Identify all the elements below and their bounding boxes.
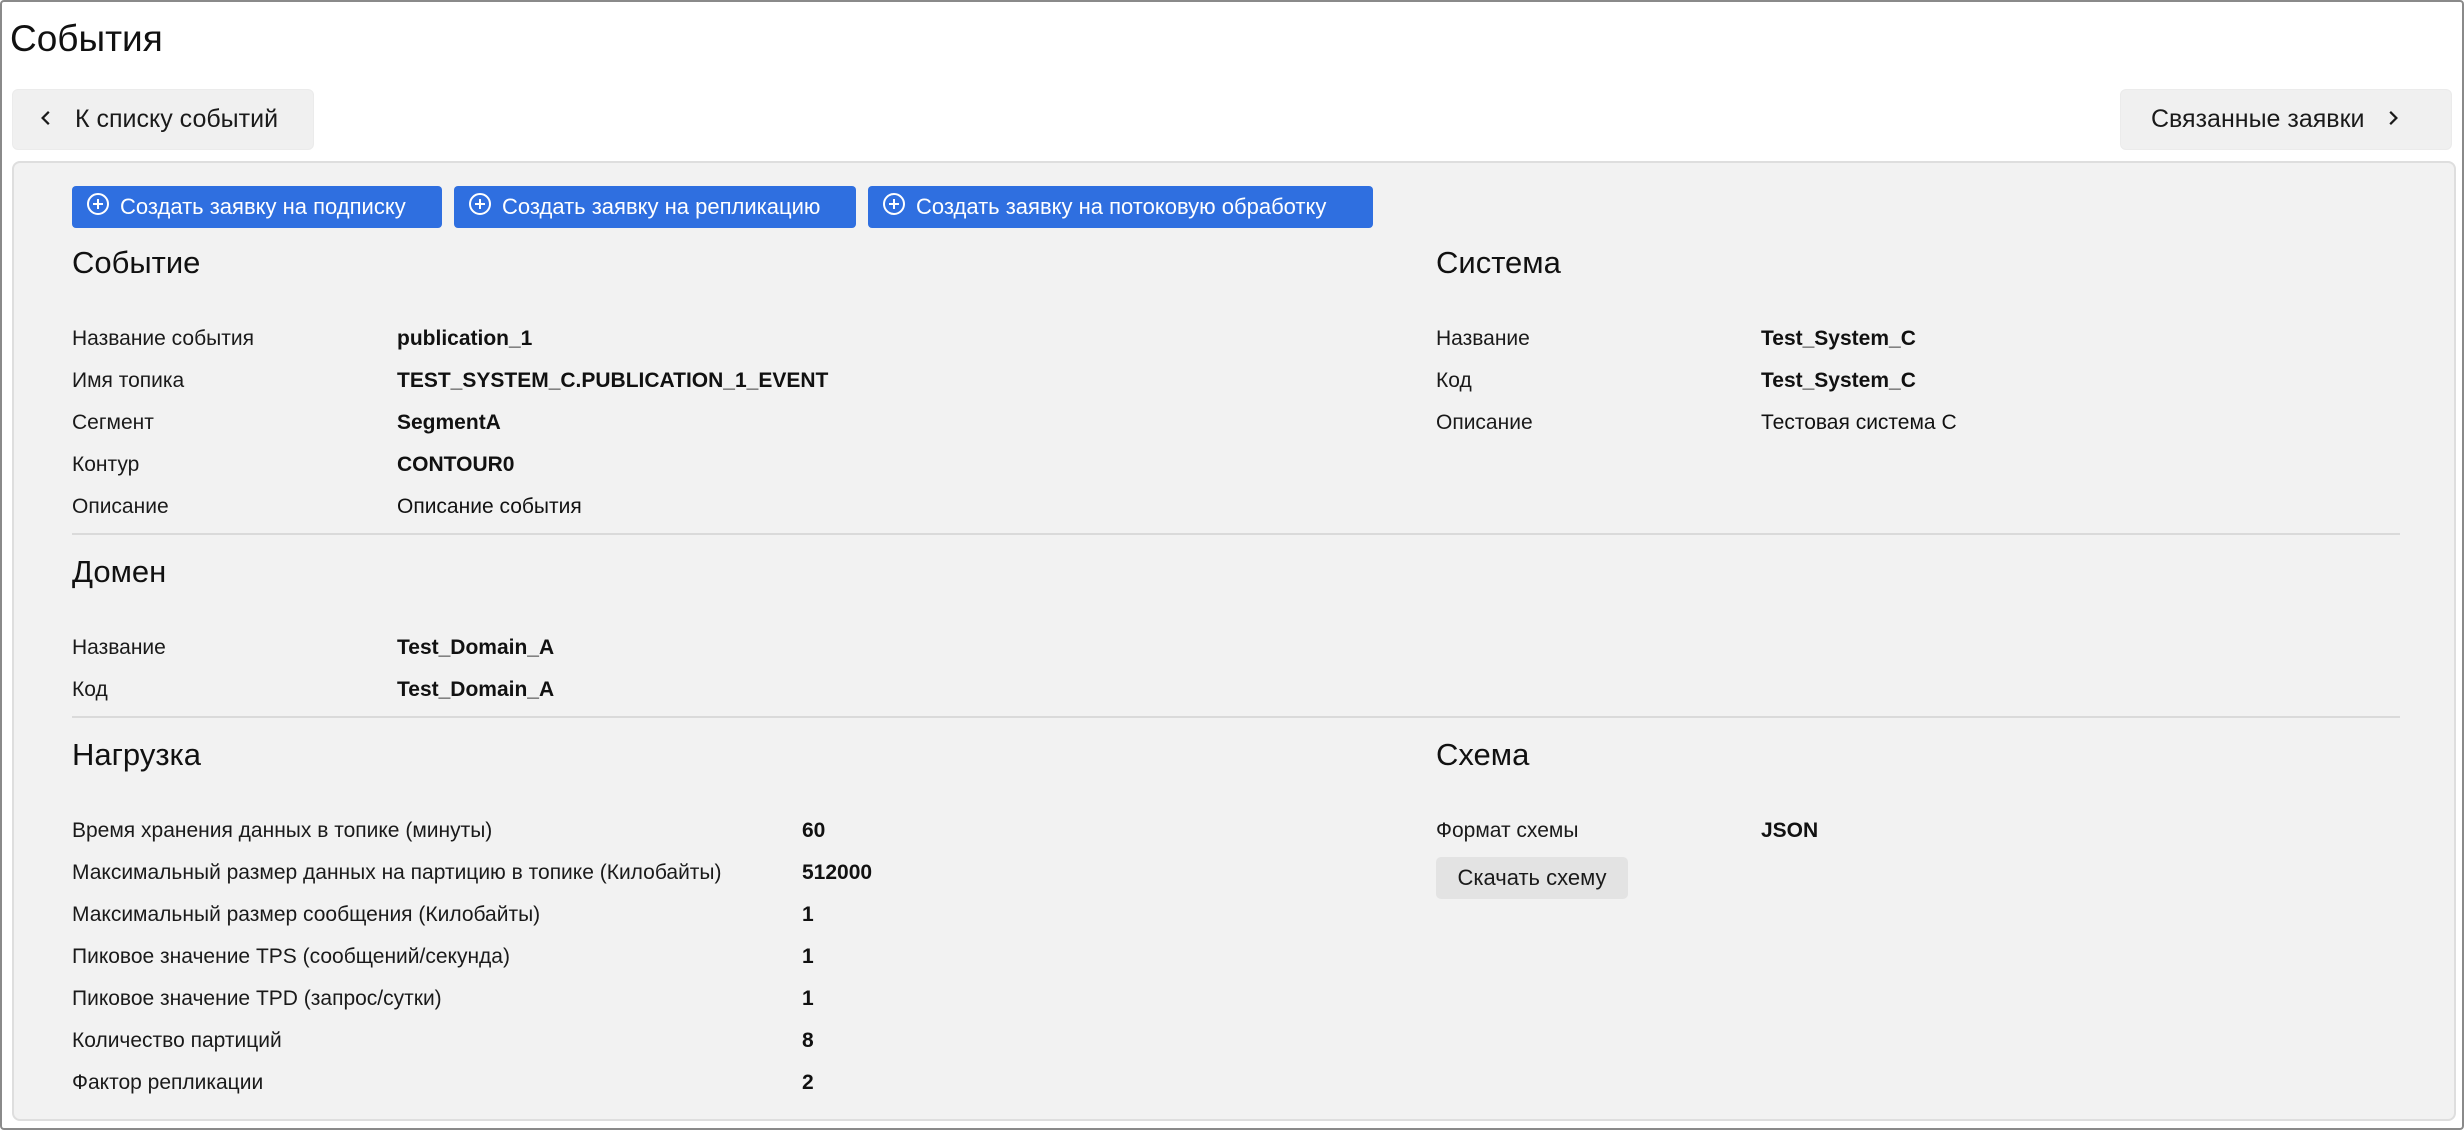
load-section-title: Нагрузка	[72, 737, 202, 772]
page-title: События	[10, 18, 163, 59]
field-label: Название события	[72, 327, 254, 350]
field-label: Максимальный размер сообщения (Килобайты…	[72, 903, 541, 926]
field-label: Количество партиций	[72, 1029, 282, 1052]
window-frame: События К списку событий Связанные заявк…	[0, 0, 2464, 1130]
field-label: Контур	[72, 453, 140, 476]
field-label: Пиковое значение TPS (сообщений/секунда)	[72, 945, 510, 968]
plus-circle-icon	[468, 192, 502, 222]
field-value: Test_Domain_A	[397, 678, 555, 701]
create-replication-label: Создать заявку на репликацию	[502, 194, 821, 219]
section-divider	[72, 533, 2400, 535]
create-subscription-label: Создать заявку на подписку	[120, 194, 406, 219]
field-value: CONTOUR0	[397, 453, 515, 476]
create-subscription-request-button[interactable]: Создать заявку на подписку	[72, 186, 442, 228]
plus-circle-icon	[882, 192, 916, 222]
create-stream-processing-request-button[interactable]: Создать заявку на потоковую обработку	[868, 186, 1373, 228]
field-value: SegmentA	[397, 411, 501, 434]
section-divider	[72, 716, 2400, 718]
plus-circle-icon	[86, 192, 120, 222]
field-value: Test_System_C	[1761, 327, 1916, 350]
field-value: Описание события	[397, 495, 582, 518]
field-label: Название	[72, 636, 166, 659]
download-schema-button[interactable]: Скачать схему	[1436, 857, 1628, 899]
chevron-right-icon	[2364, 105, 2402, 134]
field-label: Пиковое значение TPD (запрос/сутки)	[72, 987, 442, 1010]
field-label: Формат схемы	[1436, 819, 1579, 842]
field-value: JSON	[1761, 819, 1819, 842]
field-value: 512000	[802, 861, 873, 884]
field-value: 1	[802, 945, 814, 968]
back-button-label: К списку событий	[75, 105, 279, 133]
field-value: 60	[802, 819, 826, 842]
field-label: Максимальный размер данных на партицию в…	[72, 861, 722, 884]
field-label: Имя топика	[72, 369, 185, 392]
field-value: 1	[802, 987, 814, 1010]
action-buttons: Создать заявку на подписку Создать заявк…	[72, 186, 1373, 228]
field-label: Фактор репликации	[72, 1071, 264, 1094]
field-value: 1	[802, 903, 814, 926]
field-value: Тестовая система С	[1761, 411, 1957, 434]
field-label: Описание	[1436, 411, 1533, 434]
back-to-events-button[interactable]: К списку событий	[12, 89, 314, 150]
field-value: publication_1	[397, 327, 533, 350]
domain-section-title: Домен	[72, 554, 167, 589]
event-details-card: Создать заявку на подписку Создать заявк…	[12, 161, 2456, 1121]
chevron-left-icon	[37, 105, 75, 134]
field-value: 8	[802, 1029, 814, 1052]
related-button-label: Связанные заявки	[2151, 105, 2365, 133]
field-label: Сегмент	[72, 411, 154, 434]
field-value: TEST_SYSTEM_C.PUBLICATION_1_EVENT	[397, 369, 829, 392]
field-label: Время хранения данных в топике (минуты)	[72, 819, 493, 842]
field-label: Код	[1436, 369, 1472, 392]
field-label: Описание	[72, 495, 169, 518]
related-requests-button[interactable]: Связанные заявки	[2120, 89, 2452, 150]
field-label: Название	[1436, 327, 1530, 350]
event-section-title: Событие	[72, 245, 201, 280]
create-replication-request-button[interactable]: Создать заявку на репликацию	[454, 186, 856, 228]
system-section-title: Система	[1436, 245, 1561, 280]
field-value: Test_Domain_A	[397, 636, 555, 659]
field-value: 2	[802, 1071, 814, 1094]
schema-section-title: Схема	[1436, 737, 1530, 772]
create-stream-label: Создать заявку на потоковую обработку	[916, 194, 1327, 219]
field-label: Код	[72, 678, 108, 701]
field-value: Test_System_C	[1761, 369, 1916, 392]
